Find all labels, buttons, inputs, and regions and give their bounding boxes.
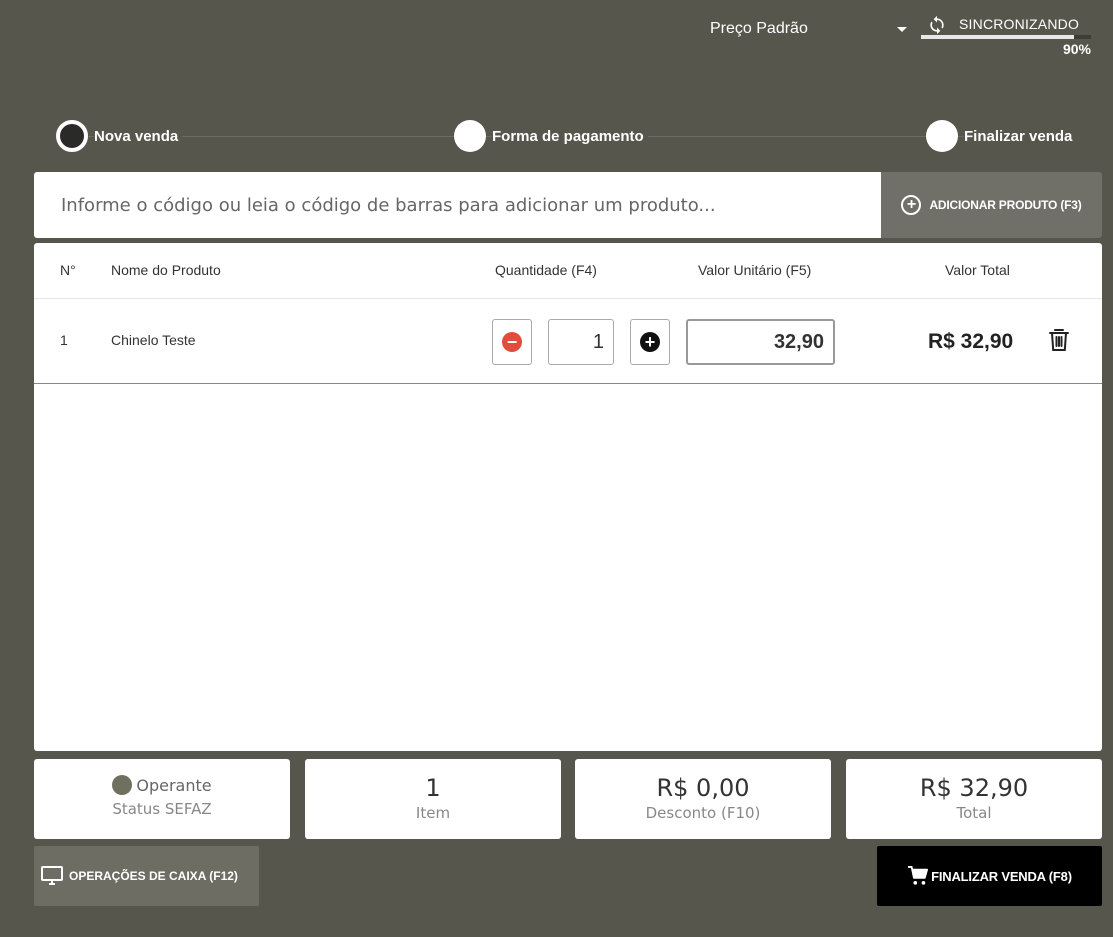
sync-progress-bar xyxy=(921,35,1091,39)
items-count-card: 1 Item xyxy=(305,759,561,839)
plus-circle-icon: + xyxy=(640,332,660,352)
add-product-button[interactable]: + ADICIONAR PRODUTO (F3) xyxy=(881,172,1102,238)
unit-value-field[interactable]: 32,90 xyxy=(686,319,835,365)
status-dot-icon xyxy=(112,775,133,795)
add-product-label: ADICIONAR PRODUTO (F3) xyxy=(929,198,1082,212)
price-table-value: Preço Padrão xyxy=(710,20,808,37)
step-forma-de-pagamento[interactable]: Forma de pagamento xyxy=(454,120,648,152)
discount-value: R$ 0,00 xyxy=(656,774,750,802)
cash-operations-label: OPERAÇÕES DE CAIXA (F12) xyxy=(69,869,238,883)
table-header: N° Nome do Produto Quantidade (F4) Valor… xyxy=(34,243,1102,299)
sync-percent: 90% xyxy=(1062,41,1091,57)
decrease-quantity-button[interactable]: − xyxy=(492,319,532,365)
price-table-select[interactable]: Preço Padrão xyxy=(710,20,910,42)
step-indicator-active xyxy=(56,120,88,152)
step-label: Finalizar venda xyxy=(964,127,1077,145)
sefaz-status-value: Operante xyxy=(136,775,212,795)
items-count-label: Item xyxy=(415,804,451,822)
items-count-value: 1 xyxy=(425,774,441,802)
add-circle-icon: + xyxy=(901,195,922,215)
table-row: 1 Chinelo Teste − 1 + 32,90 R$ 32,90 xyxy=(34,299,1102,384)
discount-label: Desconto (F10) xyxy=(645,804,761,822)
sync-progress-fill xyxy=(921,35,1074,39)
row-product-name: Chinelo Teste xyxy=(111,332,196,348)
step-label: Nova venda xyxy=(94,127,183,145)
step-finalizar-venda[interactable]: Finalizar venda xyxy=(926,120,1077,152)
increase-quantity-button[interactable]: + xyxy=(630,319,670,365)
total-card: R$ 32,90 Total xyxy=(846,759,1102,839)
finish-sale-label: FINALIZAR VENDA (F8) xyxy=(931,868,1072,884)
header-quantity: Quantidade (F4) xyxy=(495,262,597,278)
row-number: 1 xyxy=(60,332,68,348)
sync-icon xyxy=(930,15,944,35)
step-label: Forma de pagamento xyxy=(492,127,648,145)
trash-icon[interactable] xyxy=(1048,328,1070,352)
row-total: R$ 32,90 xyxy=(928,330,1014,353)
product-search xyxy=(34,172,882,238)
step-indicator xyxy=(926,120,958,152)
monitor-icon xyxy=(41,866,63,885)
quantity-field[interactable]: 1 xyxy=(548,319,614,365)
cart-icon xyxy=(908,866,929,885)
checkout-stepper: Nova venda Forma de pagamento Finalizar … xyxy=(56,120,1086,154)
product-search-input[interactable] xyxy=(34,172,882,238)
header-unit-value: Valor Unitário (F5) xyxy=(698,262,812,278)
sync-status: SINCRONIZANDO 90% xyxy=(921,14,1093,60)
finish-sale-button[interactable]: FINALIZAR VENDA (F8) xyxy=(877,846,1102,906)
step-nova-venda[interactable]: Nova venda xyxy=(56,120,183,152)
sefaz-status-label: Status SEFAZ xyxy=(112,800,212,818)
step-indicator xyxy=(454,120,486,152)
total-value: R$ 32,90 xyxy=(919,774,1029,802)
product-table: N° Nome do Produto Quantidade (F4) Valor… xyxy=(34,243,1102,751)
header-product-name: Nome do Produto xyxy=(111,262,221,278)
header-total-value: Valor Total xyxy=(945,262,1010,278)
header-number: N° xyxy=(60,262,76,278)
minus-circle-icon: − xyxy=(502,332,522,352)
sefaz-status-card: Operante Status SEFAZ xyxy=(34,759,290,839)
chevron-down-icon xyxy=(897,27,907,32)
discount-card[interactable]: R$ 0,00 Desconto (F10) xyxy=(575,759,831,839)
cash-operations-button[interactable]: OPERAÇÕES DE CAIXA (F12) xyxy=(34,846,259,906)
sync-label: SINCRONIZANDO xyxy=(959,16,1080,32)
total-label: Total xyxy=(956,804,992,822)
